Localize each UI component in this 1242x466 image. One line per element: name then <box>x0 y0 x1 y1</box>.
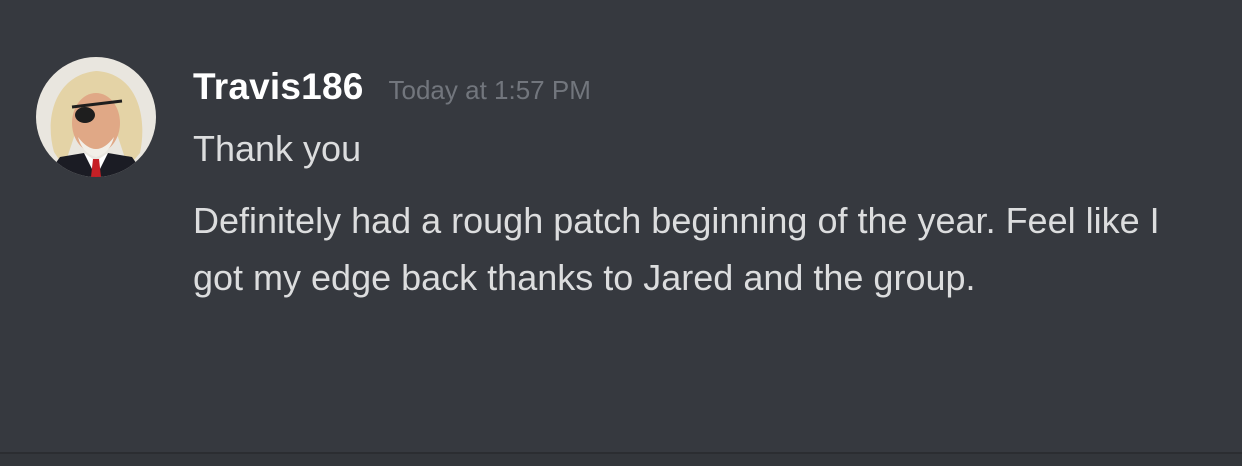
avatar-portrait-icon <box>36 57 156 177</box>
chat-view: Travis186 Today at 1:57 PM Thank you Def… <box>0 0 1242 466</box>
bottom-bar <box>0 454 1242 466</box>
message-timestamp: Today at 1:57 PM <box>388 75 591 105</box>
message-text: Definitely had a rough patch beginning o… <box>193 200 1160 298</box>
message-text: Thank you <box>193 128 362 169</box>
chat-message: Travis186 Today at 1:57 PM Thank you Def… <box>0 0 1242 440</box>
message-header: Travis186 Today at 1:57 PM <box>193 66 591 116</box>
user-avatar[interactable] <box>36 57 156 177</box>
username[interactable]: Travis186 <box>193 66 364 108</box>
